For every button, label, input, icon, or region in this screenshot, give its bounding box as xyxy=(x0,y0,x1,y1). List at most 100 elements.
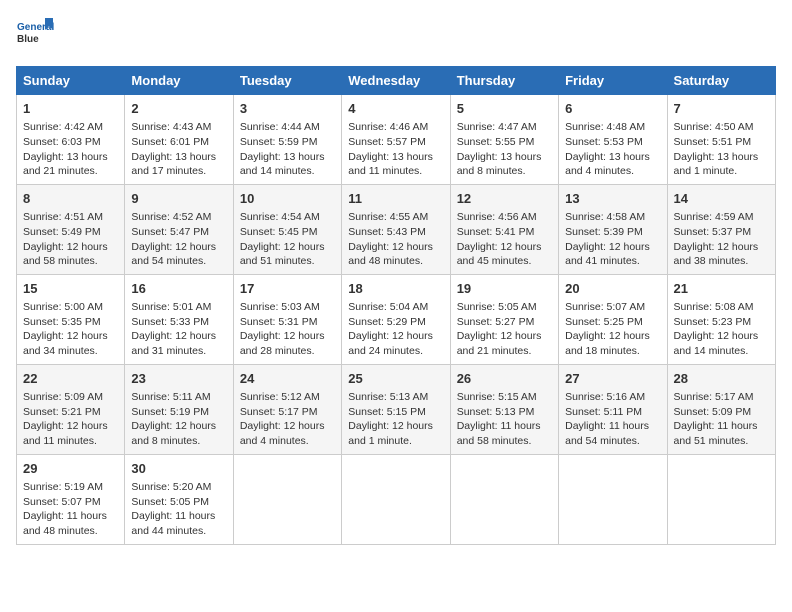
day-number: 15 xyxy=(23,280,118,298)
col-header-wednesday: Wednesday xyxy=(342,67,450,95)
day-number: 12 xyxy=(457,190,552,208)
calendar-cell: 18 Sunrise: 5:04 AMSunset: 5:29 PMDayligh… xyxy=(342,274,450,364)
day-number: 24 xyxy=(240,370,335,388)
calendar-cell: 2 Sunrise: 4:43 AMSunset: 6:01 PMDaylight… xyxy=(125,95,233,185)
col-header-monday: Monday xyxy=(125,67,233,95)
calendar-cell: 9Sunrise: 4:52 AMSunset: 5:47 PMDaylight… xyxy=(125,184,233,274)
day-number: 21 xyxy=(674,280,769,298)
col-header-tuesday: Tuesday xyxy=(233,67,341,95)
calendar-cell: 22 Sunrise: 5:09 AMSunset: 5:21 PMDayligh… xyxy=(17,364,125,454)
calendar-cell: 13 Sunrise: 4:58 AMSunset: 5:39 PMDayligh… xyxy=(559,184,667,274)
day-info: Sunrise: 4:42 AMSunset: 6:03 PMDaylight:… xyxy=(23,120,118,179)
page-header: General Blue xyxy=(16,16,776,54)
col-header-friday: Friday xyxy=(559,67,667,95)
calendar-cell: 28 Sunrise: 5:17 AMSunset: 5:09 PMDayligh… xyxy=(667,364,775,454)
calendar-cell xyxy=(667,454,775,544)
day-number: 1 xyxy=(23,100,118,118)
day-number: 28 xyxy=(674,370,769,388)
calendar-cell: 3 Sunrise: 4:44 AMSunset: 5:59 PMDaylight… xyxy=(233,95,341,185)
day-number: 9 xyxy=(131,190,226,208)
day-number: 25 xyxy=(348,370,443,388)
day-info: Sunrise: 5:13 AMSunset: 5:15 PMDaylight:… xyxy=(348,390,443,449)
day-info: Sunrise: 5:03 AMSunset: 5:31 PMDaylight:… xyxy=(240,300,335,359)
calendar-header-row: SundayMondayTuesdayWednesdayThursdayFrid… xyxy=(17,67,776,95)
logo: General Blue xyxy=(16,16,54,54)
calendar-cell: 24 Sunrise: 5:12 AMSunset: 5:17 PMDayligh… xyxy=(233,364,341,454)
day-info: Sunrise: 4:51 AMSunset: 5:49 PMDaylight:… xyxy=(23,210,118,269)
calendar-cell xyxy=(233,454,341,544)
day-info: Sunrise: 5:05 AMSunset: 5:27 PMDaylight:… xyxy=(457,300,552,359)
calendar-cell: 7 Sunrise: 4:50 AMSunset: 5:51 PMDaylight… xyxy=(667,95,775,185)
calendar-cell: 21 Sunrise: 5:08 AMSunset: 5:23 PMDayligh… xyxy=(667,274,775,364)
calendar-cell: 29 Sunrise: 5:19 AMSunset: 5:07 PMDayligh… xyxy=(17,454,125,544)
day-number: 29 xyxy=(23,460,118,478)
day-info: Sunrise: 4:58 AMSunset: 5:39 PMDaylight:… xyxy=(565,210,660,269)
day-info: Sunrise: 4:59 AMSunset: 5:37 PMDaylight:… xyxy=(674,210,769,269)
calendar-cell: 30 Sunrise: 5:20 AMSunset: 5:05 PMDayligh… xyxy=(125,454,233,544)
day-number: 10 xyxy=(240,190,335,208)
day-info: Sunrise: 5:08 AMSunset: 5:23 PMDaylight:… xyxy=(674,300,769,359)
day-number: 23 xyxy=(131,370,226,388)
calendar-cell: 20Sunrise: 5:07 AMSunset: 5:25 PMDayligh… xyxy=(559,274,667,364)
day-info: Sunrise: 4:56 AMSunset: 5:41 PMDaylight:… xyxy=(457,210,552,269)
calendar-cell: 15 Sunrise: 5:00 AMSunset: 5:35 PMDayligh… xyxy=(17,274,125,364)
calendar-cell: 11 Sunrise: 4:55 AMSunset: 5:43 PMDayligh… xyxy=(342,184,450,274)
calendar-cell: 16 Sunrise: 5:01 AMSunset: 5:33 PMDayligh… xyxy=(125,274,233,364)
day-number: 11 xyxy=(348,190,443,208)
calendar-cell: 12 Sunrise: 4:56 AMSunset: 5:41 PMDayligh… xyxy=(450,184,558,274)
calendar-week-row: 8 Sunrise: 4:51 AMSunset: 5:49 PMDaylight… xyxy=(17,184,776,274)
calendar-table: SundayMondayTuesdayWednesdayThursdayFrid… xyxy=(16,66,776,545)
calendar-cell xyxy=(342,454,450,544)
calendar-cell: 1 Sunrise: 4:42 AMSunset: 6:03 PMDaylight… xyxy=(17,95,125,185)
day-number: 16 xyxy=(131,280,226,298)
day-info: Sunrise: 5:17 AMSunset: 5:09 PMDaylight:… xyxy=(674,390,769,449)
day-number: 17 xyxy=(240,280,335,298)
day-number: 27 xyxy=(565,370,660,388)
calendar-cell: 26Sunrise: 5:15 AMSunset: 5:13 PMDayligh… xyxy=(450,364,558,454)
day-info: Sunrise: 4:46 AMSunset: 5:57 PMDaylight:… xyxy=(348,120,443,179)
calendar-cell: 6Sunrise: 4:48 AMSunset: 5:53 PMDaylight… xyxy=(559,95,667,185)
day-number: 6 xyxy=(565,100,660,118)
logo-svg: General Blue xyxy=(16,16,54,54)
calendar-cell: 4 Sunrise: 4:46 AMSunset: 5:57 PMDaylight… xyxy=(342,95,450,185)
calendar-cell: 27 Sunrise: 5:16 AMSunset: 5:11 PMDayligh… xyxy=(559,364,667,454)
day-info: Sunrise: 5:04 AMSunset: 5:29 PMDaylight:… xyxy=(348,300,443,359)
calendar-week-row: 22 Sunrise: 5:09 AMSunset: 5:21 PMDayligh… xyxy=(17,364,776,454)
day-number: 30 xyxy=(131,460,226,478)
calendar-week-row: 15 Sunrise: 5:00 AMSunset: 5:35 PMDayligh… xyxy=(17,274,776,364)
calendar-cell: 14 Sunrise: 4:59 AMSunset: 5:37 PMDayligh… xyxy=(667,184,775,274)
day-info: Sunrise: 4:50 AMSunset: 5:51 PMDaylight:… xyxy=(674,120,769,179)
day-info: Sunrise: 4:55 AMSunset: 5:43 PMDaylight:… xyxy=(348,210,443,269)
calendar-cell xyxy=(450,454,558,544)
day-number: 5 xyxy=(457,100,552,118)
day-info: Sunrise: 5:09 AMSunset: 5:21 PMDaylight:… xyxy=(23,390,118,449)
day-info: Sunrise: 5:12 AMSunset: 5:17 PMDaylight:… xyxy=(240,390,335,449)
calendar-cell: 5Sunrise: 4:47 AMSunset: 5:55 PMDaylight… xyxy=(450,95,558,185)
col-header-thursday: Thursday xyxy=(450,67,558,95)
day-info: Sunrise: 4:54 AMSunset: 5:45 PMDaylight:… xyxy=(240,210,335,269)
day-info: Sunrise: 4:43 AMSunset: 6:01 PMDaylight:… xyxy=(131,120,226,179)
day-number: 14 xyxy=(674,190,769,208)
day-number: 8 xyxy=(23,190,118,208)
day-info: Sunrise: 5:20 AMSunset: 5:05 PMDaylight:… xyxy=(131,480,226,539)
calendar-cell: 25 Sunrise: 5:13 AMSunset: 5:15 PMDayligh… xyxy=(342,364,450,454)
day-info: Sunrise: 4:44 AMSunset: 5:59 PMDaylight:… xyxy=(240,120,335,179)
calendar-cell xyxy=(559,454,667,544)
day-number: 13 xyxy=(565,190,660,208)
day-number: 22 xyxy=(23,370,118,388)
day-number: 4 xyxy=(348,100,443,118)
day-number: 18 xyxy=(348,280,443,298)
calendar-cell: 8 Sunrise: 4:51 AMSunset: 5:49 PMDaylight… xyxy=(17,184,125,274)
day-info: Sunrise: 5:00 AMSunset: 5:35 PMDaylight:… xyxy=(23,300,118,359)
day-info: Sunrise: 5:07 AMSunset: 5:25 PMDaylight:… xyxy=(565,300,660,359)
day-info: Sunrise: 5:19 AMSunset: 5:07 PMDaylight:… xyxy=(23,480,118,539)
day-number: 7 xyxy=(674,100,769,118)
day-info: Sunrise: 5:11 AMSunset: 5:19 PMDaylight:… xyxy=(131,390,226,449)
calendar-cell: 10 Sunrise: 4:54 AMSunset: 5:45 PMDayligh… xyxy=(233,184,341,274)
day-number: 19 xyxy=(457,280,552,298)
col-header-sunday: Sunday xyxy=(17,67,125,95)
day-info: Sunrise: 5:01 AMSunset: 5:33 PMDaylight:… xyxy=(131,300,226,359)
day-number: 2 xyxy=(131,100,226,118)
day-info: Sunrise: 5:16 AMSunset: 5:11 PMDaylight:… xyxy=(565,390,660,449)
day-number: 3 xyxy=(240,100,335,118)
